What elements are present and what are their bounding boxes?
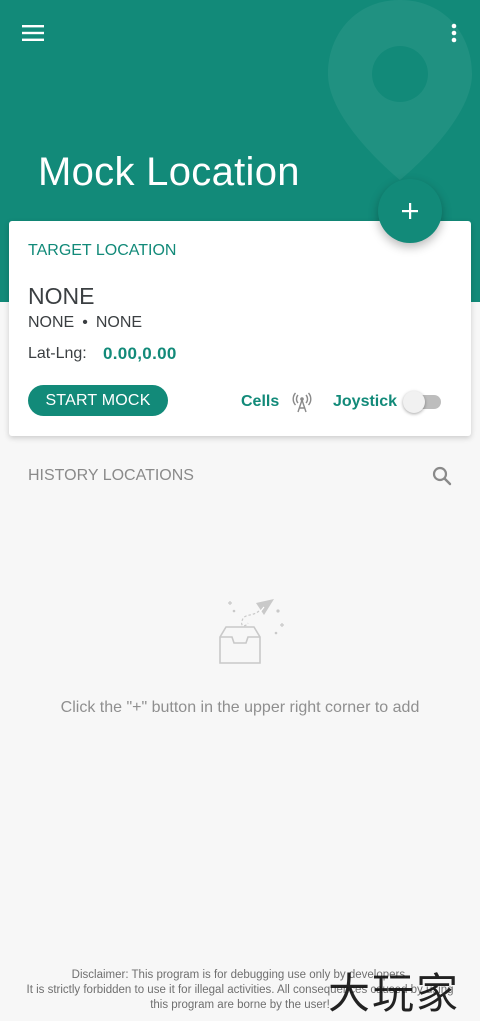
target-region: NONE xyxy=(28,314,75,331)
start-mock-button[interactable]: START MOCK xyxy=(28,385,168,416)
hamburger-menu-icon xyxy=(22,25,44,41)
empty-state-message: Click the "+" button in the upper right … xyxy=(60,699,420,716)
antenna-icon xyxy=(292,392,312,413)
page-title: Mock Location xyxy=(38,150,300,194)
latlng-value: 0.00,0.00 xyxy=(103,344,177,363)
target-location-name: NONE xyxy=(28,283,95,309)
menu-button[interactable] xyxy=(14,16,52,50)
more-options-button[interactable] xyxy=(438,16,470,50)
joystick-label: Joystick xyxy=(333,393,398,410)
add-location-button[interactable] xyxy=(378,179,442,243)
history-section-title: HISTORY LOCATIONS xyxy=(28,467,194,484)
joystick-control: Joystick xyxy=(333,390,443,414)
cells-button[interactable]: Cells xyxy=(241,390,313,414)
joystick-toggle[interactable] xyxy=(403,390,443,414)
plus-icon xyxy=(402,203,418,219)
toggle-thumb xyxy=(403,391,426,413)
target-location-card: TARGET LOCATION NONE NONE • NONE Lat-Lng: … xyxy=(9,221,471,436)
target-location-label: TARGET LOCATION xyxy=(28,242,177,259)
cells-label: Cells xyxy=(241,393,280,410)
site-watermark: 大玩家 xyxy=(328,969,461,1018)
search-button[interactable] xyxy=(430,464,454,488)
target-location-subtitle: NONE • NONE xyxy=(28,314,142,332)
empty-inbox-icon xyxy=(219,599,284,664)
more-vertical-icon xyxy=(451,23,457,43)
separator-dot: • xyxy=(82,314,88,331)
latlng-label: Lat-Lng: xyxy=(28,345,87,362)
target-city: NONE xyxy=(95,314,143,331)
search-icon xyxy=(432,466,452,486)
